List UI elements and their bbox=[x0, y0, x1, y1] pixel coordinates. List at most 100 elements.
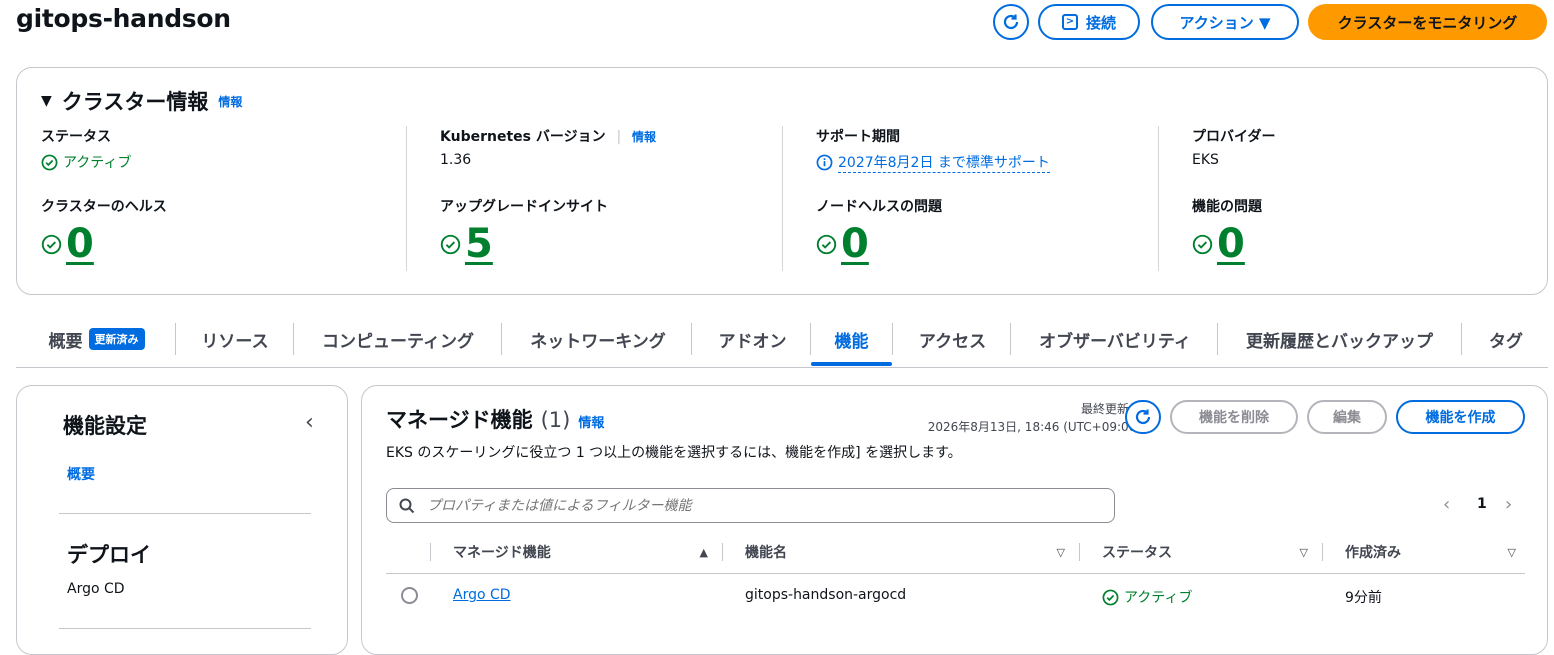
column-divider bbox=[1079, 543, 1080, 561]
tab-divider bbox=[892, 323, 893, 355]
status-label: ステータス bbox=[41, 129, 111, 145]
chevron-left-icon[interactable]: ‹ bbox=[1443, 494, 1450, 515]
page-number[interactable]: 1 bbox=[1477, 496, 1487, 512]
cluster-health-field: クラスターのヘルス 0 bbox=[41, 196, 396, 266]
status-value: アクティブ bbox=[41, 152, 396, 172]
row-select-radio[interactable] bbox=[401, 587, 418, 604]
managed-info-link[interactable]: 情報 bbox=[578, 412, 604, 431]
filter-input-container bbox=[386, 488, 1115, 523]
tab-divider bbox=[1217, 323, 1218, 355]
capability-issues-field: 機能の問題 0 bbox=[1192, 196, 1547, 266]
k8s-version-field: Kubernetes バージョン | 情報 1.36 bbox=[440, 126, 795, 168]
cluster-info-title: クラスター情報 bbox=[61, 90, 209, 114]
refresh-icon bbox=[1003, 14, 1019, 30]
refresh-button[interactable] bbox=[993, 4, 1029, 40]
tab-resources[interactable]: リソース bbox=[179, 320, 291, 358]
tab-access[interactable]: アクセス bbox=[896, 320, 1009, 358]
overview-link[interactable]: 概要 bbox=[67, 464, 95, 484]
refresh-icon bbox=[1135, 409, 1151, 425]
row-created: 9分前 bbox=[1345, 590, 1382, 606]
info-circle-icon bbox=[816, 154, 833, 171]
support-field: サポート期間 2027年8月2日 まで標準サポート bbox=[816, 126, 1171, 173]
tab-tags[interactable]: タグ bbox=[1465, 320, 1547, 358]
tab-capabilities[interactable]: 機能 bbox=[813, 320, 890, 358]
tab-divider bbox=[691, 323, 692, 355]
tab-compute[interactable]: コンピューティング bbox=[297, 320, 499, 358]
k8s-info-link[interactable]: 情報 bbox=[632, 130, 656, 144]
tab-networking[interactable]: ネットワーキング bbox=[505, 320, 691, 358]
status-field: ステータス アクティブ bbox=[41, 126, 396, 172]
chevron-right-icon[interactable]: › bbox=[1505, 494, 1512, 515]
capability-issues-label: 機能の問題 bbox=[1192, 199, 1262, 215]
cluster-health-label: クラスターのヘルス bbox=[41, 199, 167, 215]
row-managed-link[interactable]: Argo CD bbox=[453, 587, 511, 603]
provider-field: プロバイダー EKS bbox=[1192, 126, 1547, 168]
terminal-icon: > bbox=[1061, 14, 1078, 30]
check-circle-icon bbox=[1102, 589, 1119, 605]
check-circle-icon bbox=[1192, 234, 1213, 254]
connect-button[interactable]: > 接続 bbox=[1038, 4, 1140, 40]
col-created-label: 作成済み bbox=[1345, 545, 1401, 561]
divider: | bbox=[616, 129, 622, 145]
caret-down-icon: ▼ bbox=[41, 93, 52, 109]
cluster-info-header[interactable]: ▼ クラスター情報 情報 bbox=[41, 86, 242, 116]
tab-bar: 概要 更新済み リソース コンピューティング ネットワーキング アドオン 機能 … bbox=[16, 320, 1548, 368]
actions-dropdown[interactable]: アクション ▼ bbox=[1151, 4, 1299, 40]
col-status[interactable]: ステータス ▽ bbox=[1102, 542, 1308, 562]
tab-divider bbox=[1010, 323, 1011, 355]
node-health-field: ノードヘルスの問題 0 bbox=[816, 196, 1171, 266]
tab-divider bbox=[175, 323, 176, 355]
node-health-label: ノードヘルスの問題 bbox=[816, 199, 942, 215]
tab-divider bbox=[810, 323, 811, 355]
actions-label: アクション ▼ bbox=[1179, 13, 1271, 32]
cluster-health-count[interactable]: 0 bbox=[66, 222, 94, 266]
check-circle-icon bbox=[41, 234, 62, 254]
refresh-table-button[interactable] bbox=[1125, 400, 1161, 434]
managed-capabilities-panel: マネージド機能 (1) 情報 EKS のスケーリングに役立つ 1 つ以上の機能を… bbox=[361, 385, 1548, 655]
monitor-cluster-button[interactable]: クラスターをモニタリング bbox=[1308, 4, 1547, 40]
col-status-label: ステータス bbox=[1102, 545, 1172, 561]
col-created[interactable]: 作成済み ▽ bbox=[1345, 542, 1516, 562]
row-status: アクティブ bbox=[1102, 587, 1192, 607]
tab-addons[interactable]: アドオン bbox=[695, 320, 810, 358]
edit-button[interactable]: 編集 bbox=[1307, 400, 1387, 434]
node-health-count[interactable]: 0 bbox=[841, 222, 869, 266]
upgrade-insights-label: アップグレードインサイト bbox=[440, 199, 608, 215]
deploy-heading: デプロイ bbox=[67, 543, 151, 567]
sort-icon: ▽ bbox=[1056, 545, 1065, 559]
support-value[interactable]: 2027年8月2日 まで標準サポート bbox=[838, 152, 1050, 173]
delete-capability-button[interactable]: 機能を削除 bbox=[1170, 400, 1298, 434]
col-capability-name[interactable]: 機能名 ▽ bbox=[745, 542, 1065, 562]
chevron-left-icon[interactable]: ‹ bbox=[305, 410, 314, 435]
managed-title: マネージド機能 bbox=[386, 408, 533, 432]
row-status-text: アクティブ bbox=[1124, 590, 1193, 606]
tab-divider bbox=[1461, 323, 1462, 355]
info-link[interactable]: 情報 bbox=[218, 93, 242, 110]
upgrade-insights-field: アップグレードインサイト 5 bbox=[440, 196, 795, 266]
column-divider bbox=[430, 543, 431, 561]
divider bbox=[59, 628, 311, 629]
filter-input[interactable] bbox=[425, 496, 1065, 515]
check-circle-icon bbox=[41, 154, 58, 170]
page-title: gitops-handson bbox=[16, 4, 231, 33]
k8s-version-label: Kubernetes バージョン bbox=[440, 129, 606, 145]
tab-overview[interactable]: 概要 更新済み bbox=[24, 320, 169, 358]
column-divider bbox=[1322, 543, 1323, 561]
managed-count: (1) bbox=[540, 408, 571, 432]
provider-label: プロバイダー bbox=[1192, 129, 1276, 145]
create-capability-button[interactable]: 機能を作成 bbox=[1396, 400, 1525, 434]
tab-divider bbox=[293, 323, 294, 355]
tab-observability[interactable]: オブザーバビリティ bbox=[1014, 320, 1216, 358]
support-label: サポート期間 bbox=[816, 129, 900, 145]
monitor-label: クラスターをモニタリング bbox=[1337, 13, 1518, 32]
column-divider bbox=[722, 543, 723, 561]
upgrade-insights-count[interactable]: 5 bbox=[465, 222, 493, 266]
connect-label: 接続 bbox=[1085, 13, 1116, 32]
col-managed-capability[interactable]: マネージド機能 ▲ bbox=[453, 542, 708, 562]
row-capability-name: gitops-handson-argocd bbox=[745, 587, 907, 603]
tab-update-history[interactable]: 更新履歴とバックアップ bbox=[1221, 320, 1458, 358]
provider-value: EKS bbox=[1192, 152, 1219, 168]
status-text: アクティブ bbox=[63, 155, 132, 171]
capability-issues-count[interactable]: 0 bbox=[1217, 222, 1245, 266]
deploy-item-argocd[interactable]: Argo CD bbox=[67, 581, 125, 597]
